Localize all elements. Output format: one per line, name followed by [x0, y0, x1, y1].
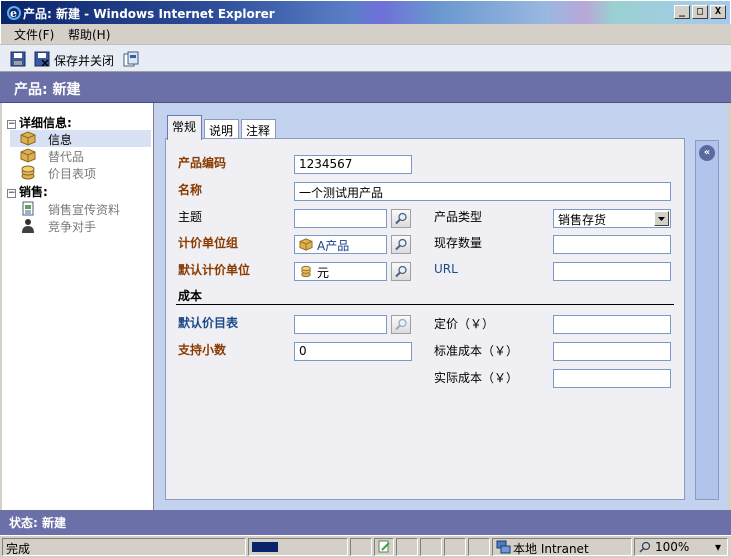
- content-area: 常规 说明 注释 产品编码 1234567 名称 一个测试用产品 主题 产品类型…: [155, 103, 728, 510]
- window-title: 产品: 新建 - Windows Internet Explorer: [23, 7, 275, 21]
- svg-text:e: e: [10, 7, 17, 20]
- form-header: 产品: 新建: [0, 72, 731, 103]
- status-cell: [420, 538, 442, 556]
- unit-group-label: 计价单位组: [178, 236, 239, 250]
- box-icon: [20, 131, 36, 146]
- coins-icon: [21, 165, 35, 180]
- unit-group-lookup-button[interactable]: [391, 235, 411, 254]
- status-text: 状态: 新建: [9, 516, 66, 530]
- save-close-icon[interactable]: [34, 51, 50, 67]
- product-type-select[interactable]: 销售存货: [553, 209, 671, 228]
- url-input[interactable]: [553, 262, 671, 281]
- menu-file[interactable]: 文件(F): [14, 26, 54, 43]
- person-icon: [22, 219, 34, 233]
- std-cost-input[interactable]: [553, 342, 671, 361]
- status-done: 完成: [2, 538, 246, 556]
- ie-icon: e: [7, 6, 21, 20]
- tab-general[interactable]: 常规: [167, 115, 202, 140]
- actual-cost-label: 实际成本（￥）: [434, 371, 519, 385]
- browser-status-bar: 完成 本地 Intranet 100% ▾: [0, 535, 731, 558]
- left-nav: − 详细信息: 信息 替代品 价目表项 − 销售: 销售宣传资料 竞争对手: [2, 103, 154, 510]
- stock-qty-input[interactable]: [553, 235, 671, 254]
- collapse-pane: «: [695, 140, 719, 500]
- tab-notes[interactable]: 注释: [241, 119, 276, 139]
- default-pricelist-label: 默认价目表: [178, 316, 239, 330]
- url-label: URL: [434, 262, 458, 276]
- minimize-button[interactable]: _: [674, 5, 690, 19]
- default-unit-lookup-button[interactable]: [391, 262, 411, 281]
- unit-group-input[interactable]: A产品: [294, 235, 387, 254]
- subject-input[interactable]: [294, 209, 387, 228]
- default-unit-input[interactable]: 元: [294, 262, 387, 281]
- name-input[interactable]: 一个测试用产品: [294, 182, 671, 201]
- zoom-icon: [639, 541, 651, 553]
- magnifier-icon: [395, 238, 407, 251]
- maximize-button[interactable]: □: [692, 5, 708, 19]
- menu-help[interactable]: 帮助(H): [68, 26, 110, 43]
- default-pricelist-lookup-button[interactable]: [391, 315, 411, 334]
- status-cell: [444, 538, 466, 556]
- product-type-label: 产品类型: [434, 210, 483, 224]
- general-panel: 产品编码 1234567 名称 一个测试用产品 主题 产品类型 销售存货 计价单…: [165, 138, 685, 500]
- nav-group-details[interactable]: − 详细信息:: [7, 114, 72, 131]
- product-code-label: 产品编码: [178, 156, 227, 170]
- nav-item-info[interactable]: 信息: [10, 130, 151, 147]
- zoom-dropdown-icon[interactable]: ▾: [715, 540, 721, 554]
- tab-description[interactable]: 说明: [204, 119, 239, 139]
- magnifier-icon: [395, 318, 407, 331]
- toolbar: 保存并关闭: [0, 44, 731, 72]
- status-cell: [350, 538, 372, 556]
- pencil-page-icon: [378, 540, 390, 553]
- subject-label: 主题: [178, 210, 203, 224]
- edit-status-cell: [374, 538, 394, 556]
- magnifier-icon: [395, 212, 407, 225]
- std-cost-label: 标准成本（￥）: [434, 344, 519, 358]
- subject-lookup-button[interactable]: [391, 209, 411, 228]
- nav-item-pricelist-items[interactable]: 价目表项: [10, 164, 151, 181]
- collapse-sales-icon[interactable]: −: [7, 189, 16, 198]
- save-new-icon[interactable]: [123, 51, 139, 67]
- page-title: 产品: 新建: [14, 82, 81, 98]
- section-divider: [176, 304, 674, 305]
- default-unit-label: 默认计价单位: [178, 263, 251, 277]
- collapse-details-icon[interactable]: −: [7, 120, 16, 129]
- nav-item-substitutes[interactable]: 替代品: [10, 147, 151, 164]
- window-titlebar[interactable]: e 产品: 新建 - Windows Internet Explorer _ □…: [0, 0, 731, 24]
- decimals-label: 支持小数: [178, 343, 227, 357]
- default-pricelist-input[interactable]: [294, 315, 387, 334]
- actual-cost-input[interactable]: [553, 369, 671, 388]
- document-icon: [22, 201, 34, 216]
- list-price-input[interactable]: [553, 315, 671, 334]
- magnifier-icon: [395, 265, 407, 278]
- dropdown-arrow-icon[interactable]: [654, 211, 669, 226]
- decimals-input[interactable]: 0: [294, 342, 412, 361]
- zoom-control[interactable]: 100% ▾: [634, 538, 728, 556]
- list-price-label: 定价（￥）: [434, 317, 495, 331]
- nav-item-sales-literature[interactable]: 销售宣传资料: [10, 200, 151, 217]
- intranet-icon: [496, 540, 511, 554]
- cost-section-title: 成本: [178, 289, 203, 303]
- form-status-bar: 状态: 新建: [0, 510, 731, 535]
- box-icon: [20, 148, 36, 163]
- nav-item-competitors[interactable]: 竞争对手: [10, 217, 151, 234]
- coins-icon: [301, 265, 311, 278]
- name-label: 名称: [178, 183, 203, 197]
- save-close-button[interactable]: 保存并关闭: [54, 52, 114, 69]
- progress-fill: [252, 542, 278, 552]
- progress-bar: [248, 538, 348, 556]
- collapse-icon[interactable]: «: [699, 145, 715, 161]
- menu-bar: 文件(F) 帮助(H): [0, 24, 731, 44]
- stock-qty-label: 现存数量: [434, 236, 483, 250]
- status-cell: [468, 538, 490, 556]
- security-zone[interactable]: 本地 Intranet: [492, 538, 632, 556]
- product-code-input[interactable]: 1234567: [294, 155, 412, 174]
- save-icon[interactable]: [10, 51, 26, 67]
- status-cell: [396, 538, 418, 556]
- close-button[interactable]: X: [710, 5, 726, 19]
- box-icon: [299, 238, 313, 251]
- nav-group-sales[interactable]: − 销售:: [7, 183, 48, 200]
